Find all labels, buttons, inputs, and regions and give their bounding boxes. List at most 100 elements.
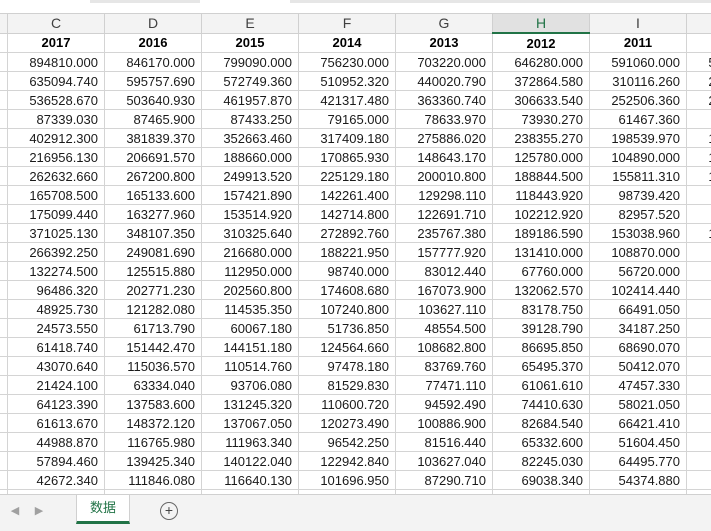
value-cell[interactable]: 51604.450 <box>590 433 687 452</box>
value-cell[interactable]: 44988.870 <box>8 433 105 452</box>
value-cell[interactable]: 595757.690 <box>105 72 202 91</box>
value-cell[interactable] <box>0 471 8 490</box>
value-cell[interactable]: 75120.000 <box>687 205 711 224</box>
year-cell[interactable]: 2011 <box>590 33 687 53</box>
value-cell[interactable]: 148372.120 <box>105 414 202 433</box>
column-header-b[interactable]: B <box>0 14 8 34</box>
value-cell[interactable]: 131245.320 <box>202 395 299 414</box>
value-cell[interactable]: 54550.000 <box>687 452 711 471</box>
value-cell[interactable]: 125515.880 <box>105 262 202 281</box>
value-cell[interactable]: 64495.770 <box>590 452 687 471</box>
value-cell[interactable] <box>0 433 8 452</box>
value-cell[interactable]: 101696.950 <box>299 471 396 490</box>
value-cell[interactable]: 266392.250 <box>8 243 105 262</box>
value-cell[interactable]: 47457.330 <box>590 376 687 395</box>
year-cell[interactable]: 2016 <box>105 33 202 53</box>
value-cell[interactable]: 57894.460 <box>8 452 105 471</box>
value-cell[interactable]: 82957.520 <box>590 205 687 224</box>
value-cell[interactable] <box>0 414 8 433</box>
value-cell[interactable] <box>0 186 8 205</box>
column-header-g[interactable]: G <box>396 14 493 34</box>
value-cell[interactable]: 82245.030 <box>493 452 590 471</box>
value-cell[interactable]: 97478.180 <box>299 357 396 376</box>
value-cell[interactable]: 894810.000 <box>8 53 105 72</box>
value-cell[interactable]: 461957.870 <box>202 91 299 110</box>
value-cell[interactable] <box>0 281 8 300</box>
value-cell[interactable]: 96542.250 <box>299 433 396 452</box>
value-cell[interactable]: 50490.000 <box>687 338 711 357</box>
value-cell[interactable]: 54240.000 <box>687 300 711 319</box>
column-header-i[interactable]: I <box>590 14 687 34</box>
value-cell[interactable]: 202771.230 <box>105 281 202 300</box>
value-cell[interactable]: 108682.800 <box>396 338 493 357</box>
arrow-left-icon[interactable]: ◀ <box>8 504 22 518</box>
value-cell[interactable]: 272892.760 <box>299 224 396 243</box>
value-cell[interactable]: 402912.300 <box>8 129 105 148</box>
value-cell[interactable]: 148800.000 <box>687 224 711 243</box>
value-cell[interactable]: 363360.740 <box>396 91 493 110</box>
value-cell[interactable]: 124564.660 <box>299 338 396 357</box>
value-cell[interactable] <box>0 357 8 376</box>
value-cell[interactable] <box>0 91 8 110</box>
value-cell[interactable]: 267200.800 <box>105 167 202 186</box>
value-cell[interactable]: 100886.900 <box>396 414 493 433</box>
value-cell[interactable]: 66421.410 <box>590 414 687 433</box>
column-header-d[interactable]: D <box>105 14 202 34</box>
value-cell[interactable]: 125780.000 <box>493 148 590 167</box>
value-cell[interactable]: 48554.500 <box>396 319 493 338</box>
value-cell[interactable]: 56720.000 <box>590 262 687 281</box>
value-cell[interactable]: 151442.470 <box>105 338 202 357</box>
value-cell[interactable]: 43570.000 <box>687 471 711 490</box>
value-cell[interactable]: 98740.000 <box>299 262 396 281</box>
value-cell[interactable]: 86695.850 <box>493 338 590 357</box>
year-cell[interactable]: 2010 <box>687 33 711 53</box>
value-cell[interactable]: 82684.540 <box>493 414 590 433</box>
value-cell[interactable]: 799090.000 <box>202 53 299 72</box>
year-cell[interactable]: 2013 <box>396 33 493 53</box>
value-cell[interactable]: 90900.000 <box>687 243 711 262</box>
value-cell[interactable]: 157421.890 <box>202 186 299 205</box>
value-cell[interactable]: 111963.340 <box>202 433 299 452</box>
value-cell[interactable]: 93706.080 <box>202 376 299 395</box>
value-cell[interactable] <box>0 300 8 319</box>
value-cell[interactable]: 94592.490 <box>396 395 493 414</box>
spreadsheet-grid[interactable]: BCDEFGHIJ 201820172016201520142013201220… <box>0 3 711 494</box>
value-cell[interactable]: 98739.420 <box>590 186 687 205</box>
value-cell[interactable]: 61418.740 <box>8 338 105 357</box>
value-cell[interactable] <box>0 148 8 167</box>
value-cell[interactable] <box>0 319 8 338</box>
value-cell[interactable]: 61613.670 <box>8 414 105 433</box>
value-cell[interactable]: 381839.370 <box>105 129 202 148</box>
value-cell[interactable]: 372864.580 <box>493 72 590 91</box>
year-cell[interactable]: 2018 <box>0 33 8 53</box>
value-cell[interactable]: 188660.000 <box>202 148 299 167</box>
value-cell[interactable]: 61713.790 <box>105 319 202 338</box>
value-cell[interactable]: 216956.130 <box>8 148 105 167</box>
value-cell[interactable]: 65495.370 <box>493 357 590 376</box>
value-cell[interactable]: 63334.040 <box>105 376 202 395</box>
arrow-right-icon[interactable]: ▶ <box>32 504 46 518</box>
value-cell[interactable]: 122942.840 <box>299 452 396 471</box>
value-cell[interactable]: 202560.800 <box>202 281 299 300</box>
value-cell[interactable]: 189186.590 <box>493 224 590 243</box>
value-cell[interactable]: 120273.490 <box>299 414 396 433</box>
value-cell[interactable]: 83012.440 <box>396 262 493 281</box>
value-cell[interactable]: 503640.930 <box>105 91 202 110</box>
value-cell[interactable]: 51736.850 <box>299 319 396 338</box>
value-cell[interactable]: 24573.550 <box>8 319 105 338</box>
value-cell[interactable]: 91640.000 <box>687 281 711 300</box>
value-cell[interactable]: 107240.800 <box>299 300 396 319</box>
value-cell[interactable]: 87290.710 <box>396 471 493 490</box>
value-cell[interactable]: 846170.000 <box>105 53 202 72</box>
value-cell[interactable]: 183518.000 <box>687 129 711 148</box>
value-cell[interactable]: 103627.040 <box>396 452 493 471</box>
value-cell[interactable]: 116640.130 <box>202 471 299 490</box>
value-cell[interactable]: 440020.790 <box>396 72 493 91</box>
value-cell[interactable]: 139425.340 <box>105 452 202 471</box>
value-cell[interactable]: 61061.610 <box>493 376 590 395</box>
value-cell[interactable]: 153038.960 <box>590 224 687 243</box>
value-cell[interactable]: 60067.180 <box>202 319 299 338</box>
value-cell[interactable]: 238355.270 <box>493 129 590 148</box>
value-cell[interactable]: 87339.030 <box>8 110 105 129</box>
value-cell[interactable]: 635094.740 <box>8 72 105 91</box>
